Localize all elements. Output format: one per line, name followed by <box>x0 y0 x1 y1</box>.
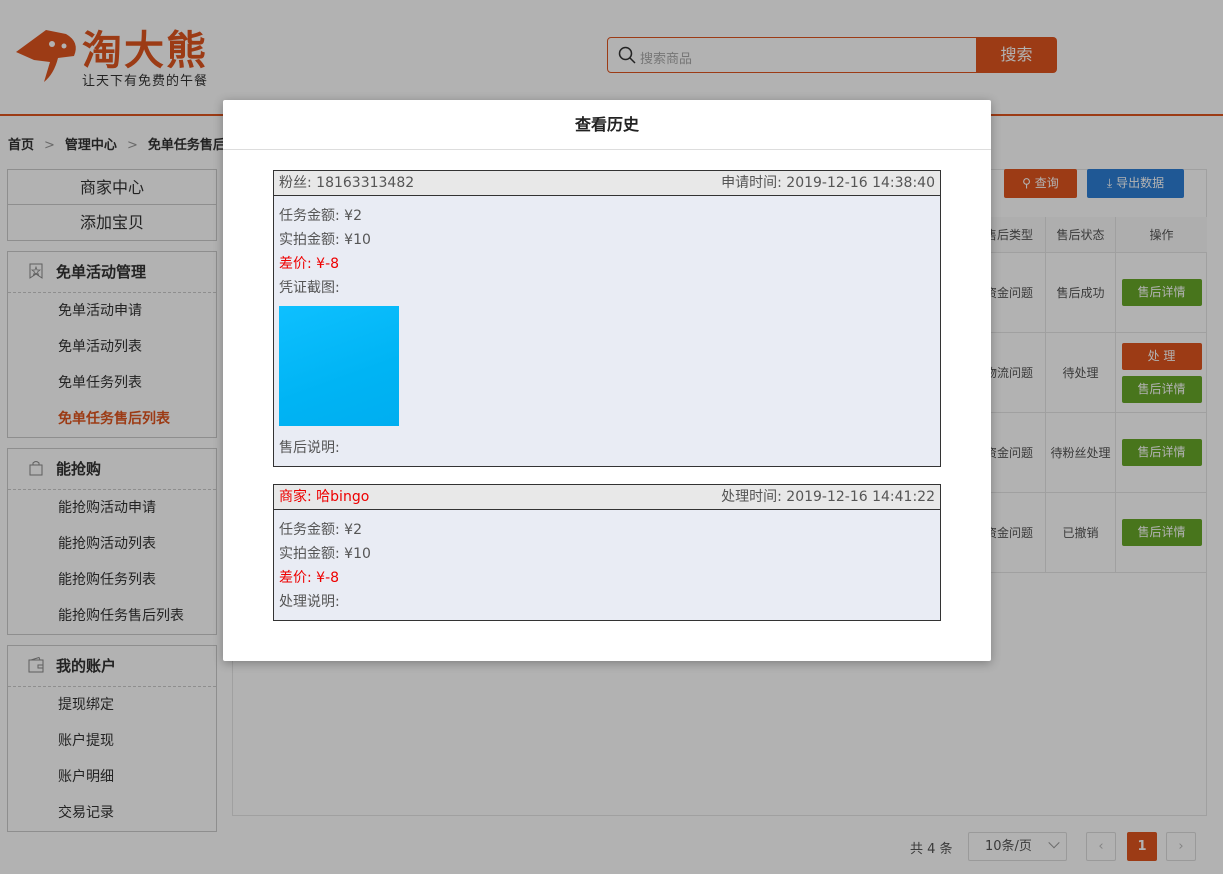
proof-screenshot[interactable] <box>279 306 399 426</box>
price-diff: 差价: ¥-8 <box>279 256 340 272</box>
merchant-record-header: 商家: 哈bingo 处理时间: 2019-12-16 14:41:22 <box>274 485 940 510</box>
history-modal: 查看历史 粉丝: 18163313482 申请时间: 2019-12-16 14… <box>223 100 991 661</box>
fan-record-header: 粉丝: 18163313482 申请时间: 2019-12-16 14:38:4… <box>274 171 940 196</box>
task-amount: 任务金额: ¥2 <box>279 208 362 224</box>
merchant-record-body: 任务金额: ¥2 实拍金额: ¥10 差价: ¥-8 处理说明: <box>274 510 940 620</box>
price-diff: 差价: ¥-8 <box>279 570 340 586</box>
task-amount: 任务金额: ¥2 <box>279 522 362 538</box>
actual-amount: 实拍金额: ¥10 <box>279 546 371 562</box>
merchant-name: 商家: 哈bingo <box>279 489 370 505</box>
fan-record-body: 任务金额: ¥2 实拍金额: ¥10 差价: ¥-8 凭证截图: 售后说明: <box>274 196 940 466</box>
proof-label: 凭证截图: <box>279 280 340 296</box>
fan-phone: 粉丝: 18163313482 <box>279 175 415 191</box>
merchant-record-card: 商家: 哈bingo 处理时间: 2019-12-16 14:41:22 任务金… <box>273 484 941 621</box>
aftersale-note-label: 售后说明: <box>279 440 340 456</box>
fan-record-card: 粉丝: 18163313482 申请时间: 2019-12-16 14:38:4… <box>273 170 941 467</box>
modal-title: 查看历史 <box>223 100 991 150</box>
apply-time: 申请时间: 2019-12-16 14:38:40 <box>721 175 935 191</box>
process-time: 处理时间: 2019-12-16 14:41:22 <box>721 489 935 505</box>
process-note-label: 处理说明: <box>279 594 340 610</box>
actual-amount: 实拍金额: ¥10 <box>279 232 371 248</box>
